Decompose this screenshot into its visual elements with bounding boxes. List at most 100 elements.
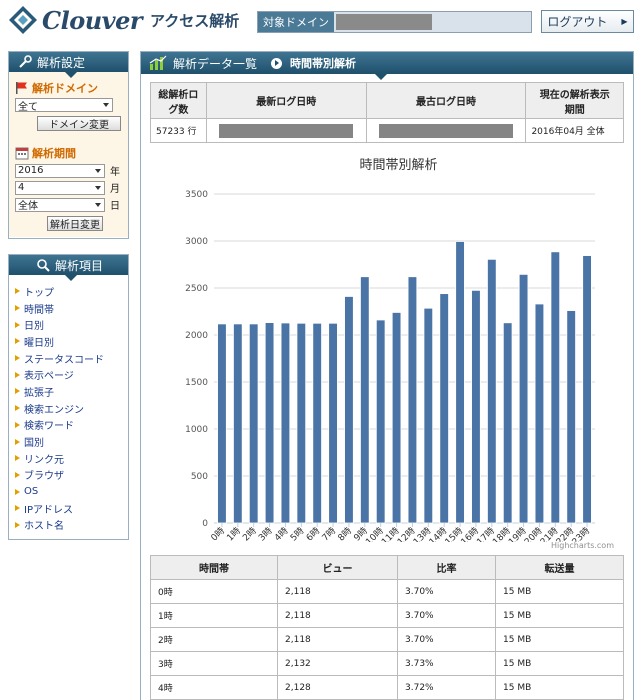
menu-item[interactable]: 拡張子 [15,383,122,400]
table-cell: 2時 [150,627,278,652]
chart-credit[interactable]: Highcharts.com [551,541,614,550]
bar [423,307,434,524]
menu-item[interactable]: 時間帯 [15,300,122,317]
menu-item[interactable]: 国別 [15,433,122,450]
arrow-right-icon: ▶ [621,17,628,26]
menu-item-label: 曜日別 [24,337,54,349]
total-logs-value: 57233 行 [150,118,207,143]
period-change-button[interactable]: 解析日変更 [47,216,103,231]
bullet-arrow-icon [15,305,20,312]
flag-icon [16,82,27,94]
header-latest-log: 最新ログ日時 [205,82,367,119]
table-cell: 2,118 [277,579,398,604]
settings-title: 解析設定 [37,55,86,70]
col-ratio: 比率 [397,555,496,580]
logo-subtitle: アクセス解析 [150,11,240,30]
bar [439,293,449,524]
day-row: 全体 日 [15,197,122,212]
menu-item-label: 検索エンジン [24,404,84,416]
settings-header: 解析設定 [9,52,128,78]
bar [344,296,354,524]
month-row: 4 月 [15,180,122,195]
bar [534,303,545,524]
bullet-arrow-icon [15,421,20,428]
menu-item[interactable]: ステータスコード [15,350,122,367]
logout-label: ログアウト [547,15,608,29]
hourly-data-table: 時間帯 ビュー 比率 転送量 0時 2,118 3.70% 15 MB 1時 2,118 3… [150,555,624,700]
y-tick-label: 3000 [185,237,208,247]
bar [566,310,576,524]
oldest-log-value [365,118,527,143]
x-tick-label: 2時 [241,525,259,542]
header-total-logs: 総解析ログ数 [150,82,207,119]
x-tick-label: 1時 [225,525,243,542]
period-value: 2016年04月 全体 [525,118,624,143]
month-select[interactable]: 4 [15,180,105,195]
table-cell: 15 MB [495,651,624,676]
bullet-arrow-icon [15,455,20,462]
day-select[interactable]: 全体 [15,197,105,212]
logout-button[interactable]: ログアウト ▶ [541,10,634,33]
bar [280,322,291,524]
bar [455,241,465,524]
logo[interactable]: Clouver アクセス解析 [8,5,239,35]
summary-table: 総解析ログ数 最新ログ日時 最古ログ日時 現在の解析表示期間 57233 行 2… [150,82,624,143]
bullet-arrow-icon [15,505,20,512]
bar [471,289,481,524]
bar [502,322,513,524]
menu-item-label: 検索ワード [24,421,74,433]
chevron-down-icon [103,103,109,107]
menu-item[interactable]: ブラウザ [15,467,122,484]
settings-body: 解析ドメイン 全て ドメイン変更 解析期間 2016 年 4 月 全体 日 解析… [9,72,128,237]
menu-item-label: リンク元 [24,454,64,466]
menu-item[interactable]: 日別 [15,316,122,333]
bullet-arrow-icon [15,471,20,478]
menu-item[interactable]: リンク元 [15,450,122,467]
chevron-down-icon [95,185,101,190]
main-panel: 解析データ一覧 時間帯別解析 総解析ログ数 最新ログ日時 最古ログ日時 現在の解… [140,51,634,700]
menu-item[interactable]: 表示ページ [15,366,122,383]
bar [217,323,227,524]
menu-item-label: IPアドレス [24,504,73,516]
bullet-arrow-icon [15,521,20,528]
bar [518,273,529,524]
latest-log-value [205,118,367,143]
menu-item[interactable]: ホスト名 [15,517,122,534]
table-cell: 1時 [150,603,278,628]
hourly-chart: 時間帯別解析 0 500 1000 1500 2000 2500 3000 3500 0時 1時 2時… [150,147,624,552]
menu-item[interactable]: IPアドレス [15,500,122,517]
bullet-arrow-icon [15,438,20,445]
x-tick-label: 8時 [336,525,354,542]
bullet-arrow-icon [15,338,20,345]
year-select[interactable]: 2016 [15,163,105,178]
chart-icon [149,55,167,70]
main-title: 解析データ一覧 [173,56,258,71]
menu-item-label: ホスト名 [24,521,64,533]
menu-item-label: OS [24,486,39,498]
table-row: 1時 2,118 3.70% 15 MB [150,603,624,628]
breadcrumb-arrow-icon [271,57,283,69]
bar [407,276,418,524]
bar [582,255,592,524]
x-tick-label: 0時 [209,525,227,542]
menu-item[interactable]: 曜日別 [15,333,122,350]
table-cell: 2,118 [277,603,398,628]
x-tick-label: 7時 [320,525,338,542]
menu-item[interactable]: 検索ワード [15,417,122,434]
table-cell: 3.70% [397,603,496,628]
table-cell: 15 MB [495,627,624,652]
menu-item[interactable]: OS [15,483,122,500]
x-tick-label: 6時 [304,525,322,542]
menu-item[interactable]: トップ [15,283,122,300]
menu-item-label: 拡張子 [24,387,54,399]
y-tick-label: 2500 [185,284,208,294]
day-unit: 日 [110,201,120,212]
bar [360,276,370,524]
bar [233,323,243,524]
y-tick-label: 500 [191,472,208,482]
domain-select[interactable]: 全て [15,98,113,113]
menu-item[interactable]: 検索エンジン [15,400,122,417]
domain-change-button[interactable]: ドメイン変更 [37,116,121,131]
target-domain-value [336,14,432,30]
magnifier-icon [35,257,51,273]
